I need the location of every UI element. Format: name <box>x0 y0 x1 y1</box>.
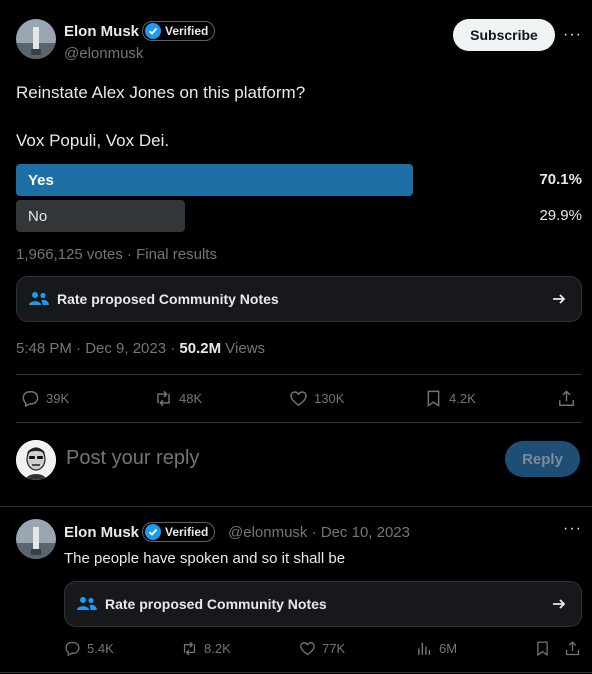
share-action[interactable] <box>557 389 576 408</box>
repost-icon <box>183 641 196 656</box>
tweet-text-line1: Reinstate Alex Jones on this platform? <box>16 83 306 102</box>
author-handle[interactable]: @elonmusk <box>64 45 143 62</box>
more-options-icon[interactable]: ··· <box>563 26 582 44</box>
reply-reply-count: 5.4K <box>87 641 114 656</box>
divider <box>0 672 592 673</box>
reply-input[interactable]: Post your reply <box>66 447 199 470</box>
reply-reply-action[interactable]: 5.4K <box>64 640 114 657</box>
tweet-timestamp[interactable]: 5:48 PM · Dec 9, 2023 · <box>16 340 179 357</box>
repost-count: 48K <box>179 391 203 406</box>
poll-label-yes: Yes <box>28 171 54 189</box>
poll-label-no: No <box>28 207 48 225</box>
repost-action[interactable]: 48K <box>154 389 202 408</box>
reply-repost-action[interactable]: 8.2K <box>181 640 231 657</box>
verified-label: Verified <box>165 24 209 38</box>
views-count: 50.2M <box>179 340 222 357</box>
verified-badge[interactable]: Verified <box>142 21 216 41</box>
reply-text: The people have spoken and so it shall b… <box>64 550 346 567</box>
tweet-meta: 5:48 PM · Dec 9, 2023 · 50.2M Views <box>16 340 265 357</box>
reply-action[interactable]: 39K <box>21 389 69 408</box>
subscribe-button[interactable]: Subscribe <box>453 19 555 51</box>
verified-check-icon <box>145 23 161 39</box>
poll-bar-yes: Yes <box>16 164 413 196</box>
views-chart-icon <box>418 642 431 655</box>
tweet-text-line2: Vox Populi, Vox Dei. <box>16 131 170 150</box>
community-notes-button[interactable]: Rate proposed Community Notes <box>16 276 582 322</box>
heart-icon <box>290 391 307 407</box>
reply-button[interactable]: Reply <box>505 441 580 477</box>
divider <box>0 506 592 507</box>
like-action[interactable]: 130K <box>289 389 344 408</box>
reply-community-notes-button[interactable]: Rate proposed Community Notes <box>64 581 582 627</box>
reply-meta[interactable]: @elonmusk · Dec 10, 2023 <box>228 524 410 541</box>
bookmark-count: 4.2K <box>449 391 476 406</box>
verified-label: Verified <box>165 525 209 539</box>
reply-more-options-icon[interactable]: ··· <box>563 520 582 538</box>
divider <box>16 374 582 375</box>
reply-author-avatar[interactable] <box>16 519 56 559</box>
author-name[interactable]: Elon Musk <box>64 23 139 40</box>
share-icon <box>565 641 580 656</box>
reply-count: 39K <box>46 391 70 406</box>
user-avatar[interactable] <box>16 440 56 480</box>
reply-views-action[interactable]: 6M <box>416 640 457 657</box>
reply-bookmark-action[interactable] <box>534 640 551 657</box>
repost-icon <box>157 390 170 407</box>
bookmark-icon <box>537 641 548 657</box>
reply-author-name[interactable]: Elon Musk <box>64 524 139 541</box>
people-icon <box>77 597 97 610</box>
reply-icon <box>22 391 39 408</box>
people-icon <box>29 292 49 305</box>
reply-icon <box>65 641 80 657</box>
bookmark-icon <box>427 390 440 407</box>
author-avatar[interactable] <box>16 19 56 59</box>
reply-verified-badge[interactable]: Verified <box>142 522 216 542</box>
poll-option-no: No 29.9% <box>16 200 582 232</box>
heart-icon <box>300 642 315 656</box>
bookmark-action[interactable]: 4.2K <box>424 389 476 408</box>
verified-check-icon <box>145 524 161 540</box>
community-notes-label: Rate proposed Community Notes <box>105 596 327 612</box>
poll-percent-no: 29.9% <box>539 207 582 224</box>
reply-share-action[interactable] <box>564 640 581 657</box>
divider <box>16 422 582 423</box>
poll-option-yes: Yes 70.1% <box>16 164 582 196</box>
poll-percent-yes: 70.1% <box>539 171 582 188</box>
reply-views-count: 6M <box>439 641 458 656</box>
reply-like-action[interactable]: 77K <box>299 640 345 657</box>
community-notes-label: Rate proposed Community Notes <box>57 291 279 307</box>
arrow-right-icon <box>553 599 566 609</box>
poll-bar-no: No <box>16 200 185 232</box>
share-icon <box>559 390 574 406</box>
like-count: 130K <box>314 391 345 406</box>
reply-like-count: 77K <box>322 641 346 656</box>
reply-repost-count: 8.2K <box>204 641 231 656</box>
views-label: Views <box>221 340 266 357</box>
poll-summary: 1,966,125 votes · Final results <box>16 246 217 263</box>
arrow-right-icon <box>553 294 566 304</box>
